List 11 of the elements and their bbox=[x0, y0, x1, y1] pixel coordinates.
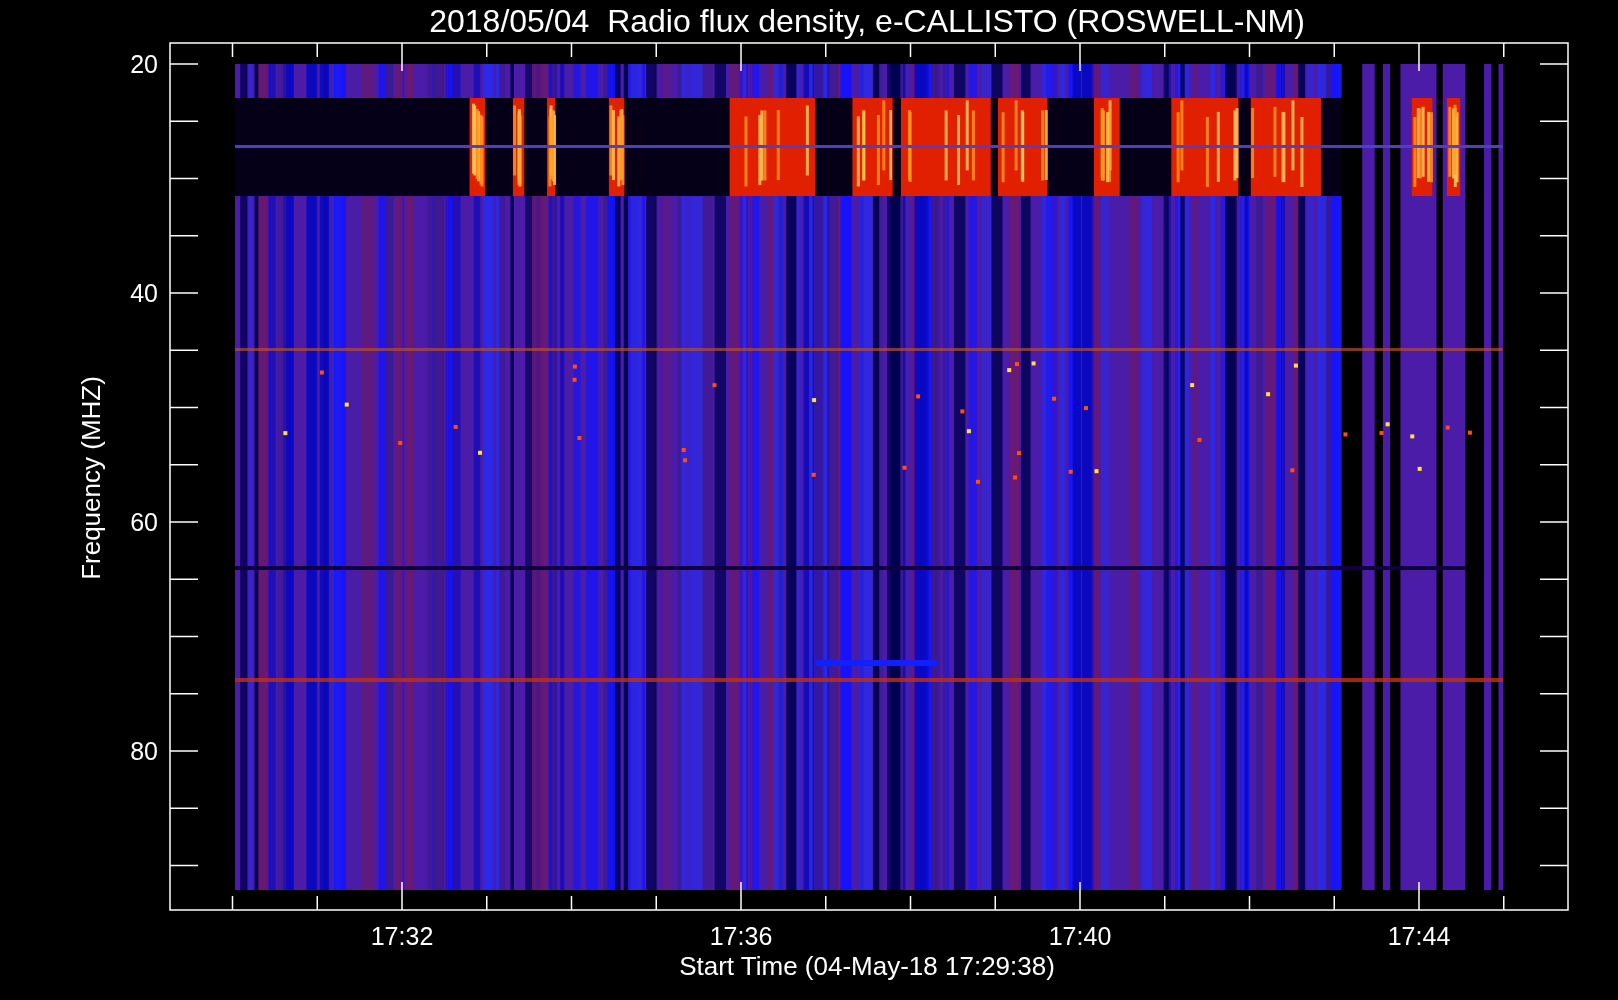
x-tick-label: 17:36 bbox=[709, 922, 773, 950]
y-tick-label: 20 bbox=[130, 50, 158, 78]
x-tick-label: 17:40 bbox=[1048, 922, 1112, 950]
x-tick-label: 17:32 bbox=[370, 922, 434, 950]
x-tick-label: 17:44 bbox=[1387, 922, 1451, 950]
y-tick-label: 60 bbox=[130, 508, 158, 536]
y-tick-label: 40 bbox=[130, 279, 158, 307]
x-axis-label: Start Time (04-May-18 17:29:38) bbox=[679, 951, 1055, 981]
y-tick-label: 80 bbox=[130, 737, 158, 765]
chart-title: 2018/05/04 Radio flux density, e-CALLISTO (ROSWELL-NM) bbox=[429, 3, 1305, 39]
y-axis-label: Frequency (MHZ) bbox=[76, 376, 106, 580]
